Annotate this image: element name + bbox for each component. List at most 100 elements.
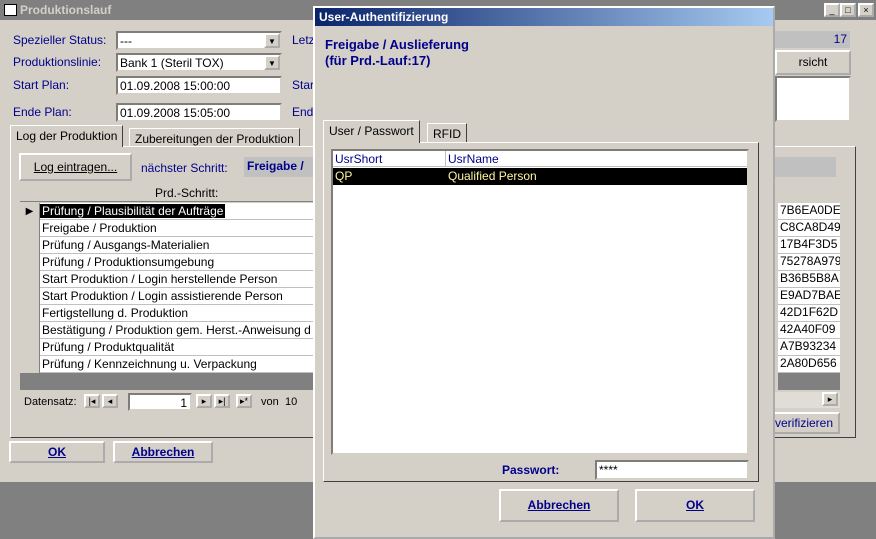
- end-value: 01.09.2008 15:05:00: [120, 106, 231, 120]
- row-selector[interactable]: [20, 356, 40, 373]
- table-row[interactable]: Start Produktion / Login herstellende Pe…: [20, 271, 320, 288]
- dialog-heading: Freigabe / Auslieferung (für Prd.-Lauf:1…: [325, 37, 469, 69]
- row-selector[interactable]: [20, 339, 40, 356]
- line-value: Bank 1 (Steril TOX): [120, 56, 224, 70]
- h-scrollbar[interactable]: ▸: [774, 392, 840, 408]
- dialog-ok-button[interactable]: OK: [635, 489, 755, 522]
- user-row-selected[interactable]: QP Qualified Person: [333, 168, 747, 185]
- password-value: ****: [599, 463, 618, 477]
- hash-cell: 75278A979: [778, 254, 840, 271]
- next-step-value: Freigabe /: [247, 159, 304, 173]
- right-number: 17: [833, 32, 847, 46]
- end-field[interactable]: 01.09.2008 15:05:00: [116, 103, 282, 122]
- chevron-down-icon[interactable]: ▼: [264, 55, 280, 70]
- password-input[interactable]: ****: [595, 460, 749, 480]
- start-field[interactable]: 01.09.2008 15:00:00: [116, 76, 282, 95]
- maximize-button[interactable]: □: [840, 3, 856, 17]
- tab-rfid-label: RFID: [433, 127, 461, 141]
- step-name: Prüfung / Produktqualität: [42, 340, 175, 354]
- step-name: Fertigstellung d. Produktion: [42, 306, 189, 320]
- main-cancel-label: Abbrechen: [131, 445, 195, 459]
- table-row[interactable]: Prüfung / Ausgangs-Materialien: [20, 237, 320, 254]
- main-cancel-button[interactable]: Abbrechen: [113, 441, 213, 463]
- dialog-cancel-label: Abbrechen: [527, 498, 591, 512]
- right-textbox[interactable]: [775, 76, 851, 122]
- chevron-down-icon[interactable]: ▼: [264, 33, 280, 48]
- row-selector[interactable]: [20, 305, 40, 322]
- scroll-right-icon[interactable]: ▸: [822, 392, 838, 406]
- table-row[interactable]: Prüfung / Produktionsumgebung: [20, 254, 320, 271]
- table-row[interactable]: Start Produktion / Login assistierende P…: [20, 288, 320, 305]
- nav-total: 10: [285, 396, 298, 408]
- overview-button[interactable]: rsicht: [775, 50, 851, 75]
- dialog-cancel-button[interactable]: Abbrechen: [499, 489, 619, 522]
- step-name: Start Produktion / Login herstellende Pe…: [42, 272, 278, 286]
- hash-cell: 42A40F09: [778, 322, 840, 339]
- nav-of-label: von: [261, 396, 279, 408]
- next-step-label: nächster Schritt:: [141, 161, 228, 175]
- row-selector[interactable]: [20, 322, 40, 339]
- tab-zubereitungen[interactable]: Zubereitungen der Produktion: [129, 128, 300, 147]
- hash-cell: 42D1F62D: [778, 305, 840, 322]
- current-record-icon[interactable]: ▶: [20, 203, 40, 220]
- table-row[interactable]: ▶ Prüfung / Plausibilität der Aufträge: [20, 203, 320, 220]
- tab-user-password[interactable]: User / Passwort: [323, 120, 420, 143]
- app-icon: [4, 4, 17, 16]
- log-entry-button[interactable]: Log eintragen...: [19, 153, 132, 181]
- line-combo[interactable]: Bank 1 (Steril TOX) ▼: [116, 53, 282, 72]
- table-row[interactable]: Prüfung / Kennzeichnung u. Verpackung: [20, 356, 320, 373]
- table-row[interactable]: Bestätigung / Produktion gem. Herst.-Anw…: [20, 322, 320, 339]
- step-name: Prüfung / Ausgangs-Materialien: [42, 238, 210, 252]
- dialog-title: User-Authentifizierung: [319, 10, 449, 24]
- table-row[interactable]: Prüfung / Produktqualität: [20, 339, 320, 356]
- status-combo[interactable]: --- ▼: [116, 31, 282, 50]
- tab-log[interactable]: Log der Produktion: [10, 125, 124, 147]
- verify-button[interactable]: verifizieren: [768, 412, 840, 434]
- tab-rfid[interactable]: RFID: [427, 123, 467, 143]
- new-record-icon[interactable]: ▸*: [236, 394, 252, 408]
- table-row[interactable]: Freigabe / Produktion: [20, 220, 320, 237]
- col-usrshort: UsrShort: [335, 152, 383, 166]
- tab-zubereitungen-label: Zubereitungen der Produktion: [135, 132, 294, 146]
- step-name: Freigabe / Produktion: [42, 221, 157, 235]
- col-divider: [445, 151, 446, 167]
- step-name: Prüfung / Produktionsumgebung: [42, 255, 215, 269]
- auth-dialog: User-Authentifizierung Freigabe / Auslie…: [313, 6, 775, 539]
- grid-header-label: Prd.-Schritt:: [155, 186, 219, 200]
- hex-footer-gray: [778, 373, 840, 390]
- minimize-button[interactable]: _: [824, 3, 840, 17]
- last-record-icon[interactable]: ▸|: [214, 394, 230, 408]
- next-record-icon[interactable]: ▸: [196, 394, 212, 408]
- close-button[interactable]: ×: [858, 3, 874, 17]
- row-selector[interactable]: [20, 220, 40, 237]
- user-list-header: UsrShort UsrName: [333, 151, 747, 167]
- overview-button-label: rsicht: [798, 55, 828, 69]
- main-ok-label: OK: [48, 445, 66, 459]
- right-number-field: 17: [775, 31, 850, 48]
- row-selector[interactable]: [20, 237, 40, 254]
- hash-cell: A7B93234: [778, 339, 840, 356]
- nav-label: Datensatz:: [24, 396, 77, 408]
- letz-label: Letz: [292, 33, 315, 47]
- first-record-icon[interactable]: |◂: [84, 394, 100, 408]
- start-label: Start Plan:: [13, 78, 70, 92]
- tab-log-label: Log der Produktion: [16, 129, 118, 143]
- col-usrname: UsrName: [448, 152, 499, 166]
- prev-record-icon[interactable]: ◂: [102, 394, 118, 408]
- table-row[interactable]: Fertigstellung d. Produktion: [20, 305, 320, 322]
- end-label: Ende Plan:: [13, 105, 72, 119]
- row-selector[interactable]: [20, 254, 40, 271]
- dialog-titlebar: User-Authentifizierung: [315, 8, 773, 26]
- hash-cell: 17B4F3D5: [778, 237, 840, 254]
- password-label: Passwort:: [502, 463, 560, 477]
- hash-cell: B36B5B8A: [778, 271, 840, 288]
- status-value: ---: [120, 34, 132, 48]
- verify-button-label: verifizieren: [774, 416, 834, 430]
- user-list[interactable]: UsrShort UsrName QP Qualified Person: [331, 149, 749, 455]
- record-number-input[interactable]: 1: [128, 393, 192, 411]
- row-selector[interactable]: [20, 288, 40, 305]
- grid-header: Prd.-Schritt:: [20, 185, 320, 202]
- dialog-heading-line1: Freigabe / Auslieferung: [325, 37, 469, 52]
- row-selector[interactable]: [20, 271, 40, 288]
- main-ok-button[interactable]: OK: [9, 441, 105, 463]
